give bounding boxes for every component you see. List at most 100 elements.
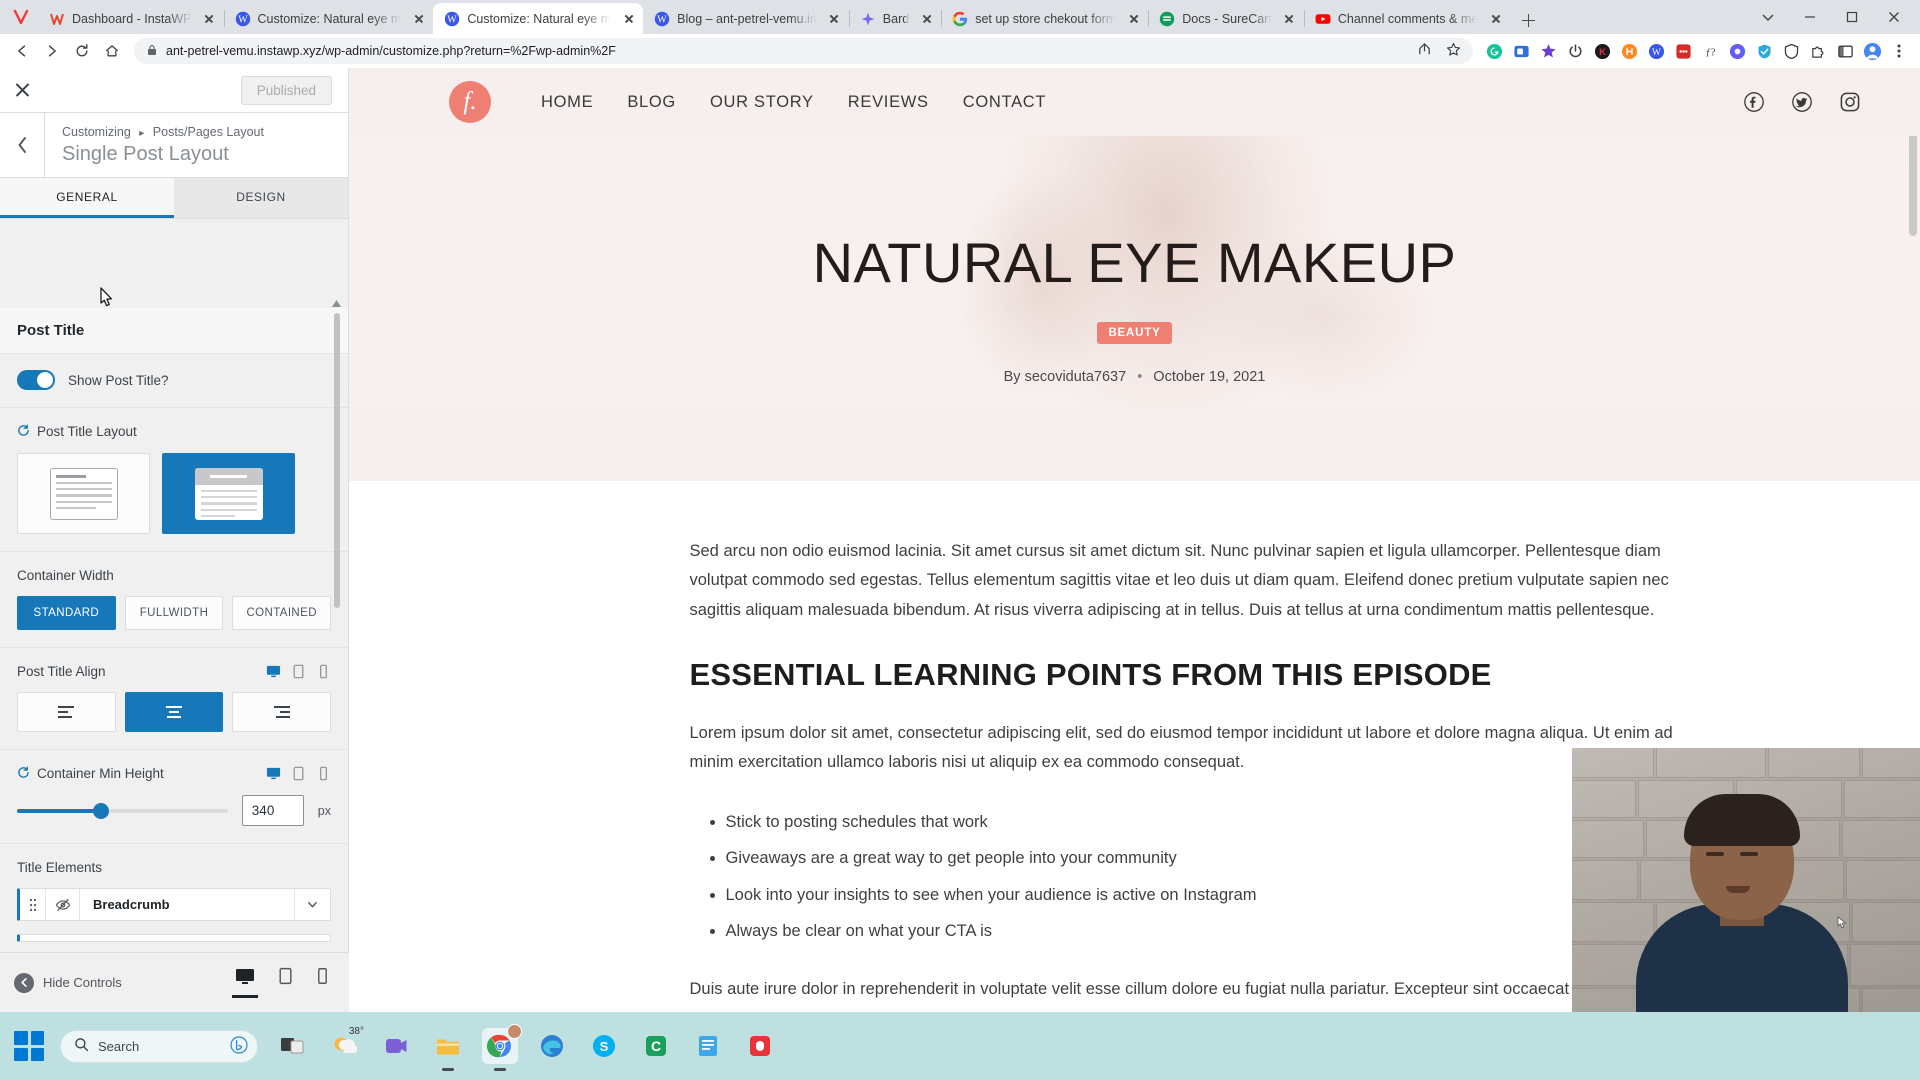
breadcrumb-root[interactable]: Customizing [62, 125, 131, 139]
instagram-icon[interactable] [1840, 92, 1860, 112]
bookmark-star-icon[interactable] [1446, 42, 1461, 60]
mobile-icon[interactable] [316, 664, 331, 679]
container-min-height-input[interactable]: 340 [241, 795, 304, 826]
breadcrumb-parent[interactable]: Posts/Pages Layout [153, 125, 264, 139]
title-element-breadcrumb[interactable]: Breadcrumb [17, 888, 331, 921]
tab-close-button[interactable] [201, 10, 218, 27]
tab-close-button[interactable] [410, 10, 427, 27]
keeper-icon[interactable]: K [1589, 38, 1615, 64]
slider-handle[interactable] [93, 802, 110, 819]
new-tab-button[interactable] [1514, 6, 1542, 34]
bing-chat-icon[interactable] [230, 1035, 248, 1057]
chevron-down-icon[interactable] [294, 889, 330, 920]
tab-close-button[interactable] [1125, 10, 1142, 27]
adblock-shield-icon[interactable] [1778, 38, 1804, 64]
tab-general[interactable]: GENERAL [0, 178, 174, 218]
edge-icon[interactable] [534, 1028, 570, 1064]
window-minimize-button[interactable] [1790, 2, 1830, 32]
back-button[interactable] [0, 113, 45, 177]
file-explorer-icon[interactable] [430, 1028, 466, 1071]
loom-icon[interactable] [1724, 38, 1750, 64]
start-button[interactable] [14, 1031, 44, 1061]
tab-close-button[interactable] [918, 10, 935, 27]
preview-tablet-button[interactable] [277, 967, 294, 998]
skype-icon[interactable]: S [586, 1028, 622, 1064]
profile-avatar[interactable] [1859, 38, 1885, 64]
reset-icon[interactable] [17, 424, 30, 439]
teams-icon[interactable] [378, 1028, 414, 1064]
window-maximize-button[interactable] [1832, 2, 1872, 32]
title-element-next-partial[interactable] [17, 934, 331, 942]
honey-icon[interactable] [1616, 38, 1642, 64]
browser-tab[interactable]: W Customize: Natural eye m [223, 3, 434, 34]
address-bar[interactable]: ant-petrel-vemu.instawp.xyz/wp-admin/cus… [134, 38, 1473, 64]
chrome-icon[interactable] [482, 1024, 522, 1071]
tab-design[interactable]: DESIGN [174, 178, 348, 218]
nav-item-our-story[interactable]: OUR STORY [710, 93, 814, 112]
power-icon[interactable] [1562, 38, 1588, 64]
lastpass-icon[interactable] [1670, 38, 1696, 64]
tab-close-button[interactable] [1487, 10, 1504, 27]
pocket-icon[interactable] [1508, 38, 1534, 64]
nav-item-home[interactable]: HOME [541, 93, 593, 112]
preview-desktop-button[interactable] [232, 967, 258, 998]
browser-tab[interactable]: set up store chekout form [941, 3, 1148, 34]
task-view-icon[interactable] [274, 1028, 310, 1064]
browser-tab[interactable]: Channel comments & me [1303, 3, 1510, 34]
reload-icon[interactable] [68, 37, 96, 65]
colorzilla-icon[interactable] [1535, 38, 1561, 64]
browser-tab[interactable]: Bard [848, 3, 941, 34]
eye-off-icon[interactable] [46, 889, 80, 920]
tab-close-button[interactable] [1281, 10, 1298, 27]
browser-tab[interactable]: Dashboard - InstaWP [38, 3, 224, 34]
wp-icon[interactable]: W [1643, 38, 1669, 64]
browser-tab-active[interactable]: W Customize: Natural eye m [433, 3, 644, 34]
share-icon[interactable] [1417, 42, 1432, 60]
calculator-icon[interactable]: C [638, 1028, 674, 1064]
layout-option-plain[interactable] [17, 453, 150, 534]
publish-button[interactable]: Published [240, 75, 332, 105]
nav-item-reviews[interactable]: REVIEWS [848, 93, 929, 112]
align-right-button[interactable] [232, 692, 332, 732]
window-menu-icon[interactable] [1748, 2, 1788, 32]
recorder-icon[interactable] [742, 1028, 778, 1064]
mobile-icon[interactable] [316, 766, 331, 781]
tablet-icon[interactable] [291, 664, 306, 679]
facebook-icon[interactable] [1744, 92, 1764, 112]
puzzle-icon[interactable] [1805, 38, 1831, 64]
container-width-fullwidth[interactable]: FULLWIDTH [124, 596, 224, 630]
desktop-icon[interactable] [266, 766, 281, 781]
layout-option-banner[interactable] [162, 453, 295, 534]
customizer-scrollbar[interactable] [334, 313, 340, 608]
preview-mobile-button[interactable] [316, 967, 329, 998]
align-center-button[interactable] [124, 692, 224, 732]
nav-item-contact[interactable]: CONTACT [963, 93, 1046, 112]
align-left-button[interactable] [17, 692, 116, 732]
back-icon[interactable] [8, 37, 36, 65]
reset-icon[interactable] [17, 766, 30, 781]
nav-item-blog[interactable]: BLOG [627, 93, 676, 112]
show-post-title-toggle[interactable] [17, 370, 55, 390]
grammarly-icon[interactable] [1481, 38, 1507, 64]
js-icon[interactable]: ƒ? [1697, 38, 1723, 64]
container-min-height-slider[interactable] [17, 802, 228, 819]
sidebar-icon[interactable] [1832, 38, 1858, 64]
home-icon[interactable] [98, 37, 126, 65]
weather-icon[interactable]: 38° [326, 1026, 364, 1064]
twitter-icon[interactable] [1792, 92, 1812, 112]
menu-icon[interactable] [1886, 38, 1912, 64]
notepad-icon[interactable] [690, 1028, 726, 1064]
scroll-up-arrow-icon[interactable] [331, 296, 342, 311]
category-badge[interactable]: BEAUTY [1097, 321, 1172, 344]
drag-handle-icon[interactable] [20, 889, 46, 920]
tab-close-button[interactable] [620, 10, 637, 27]
container-width-standard[interactable]: STANDARD [17, 596, 116, 630]
container-width-contained[interactable]: CONTAINED [232, 596, 332, 630]
window-close-button[interactable] [1874, 2, 1914, 32]
post-author[interactable]: secoviduta7637 [1025, 369, 1127, 385]
tablet-icon[interactable] [291, 766, 306, 781]
hide-controls-button[interactable]: Hide Controls [14, 972, 122, 993]
forward-icon[interactable] [38, 37, 66, 65]
browser-tab[interactable]: Docs - SureCart [1148, 3, 1304, 34]
site-logo[interactable]: f. [449, 81, 491, 123]
